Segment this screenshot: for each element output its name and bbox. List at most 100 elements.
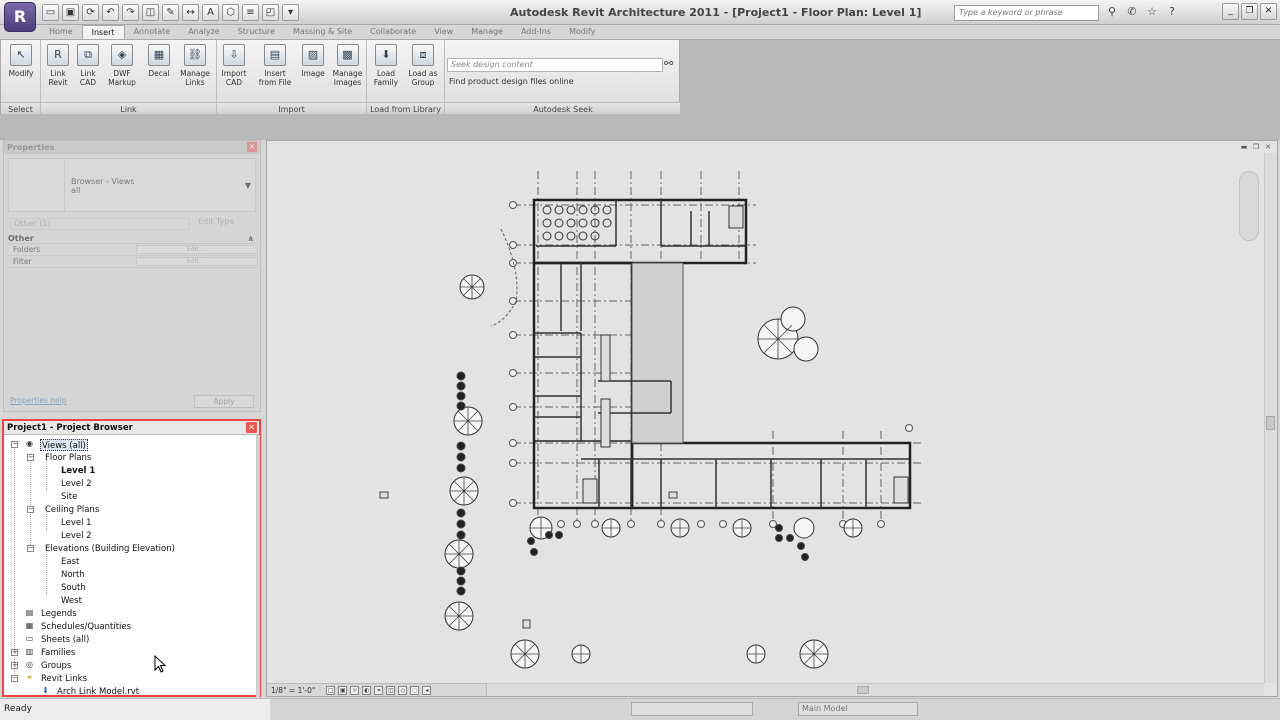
tree-elevations[interactable]: Elevations (Building Elevation) bbox=[45, 543, 175, 555]
project-browser-scrollbar[interactable] bbox=[256, 435, 260, 697]
tree-groups[interactable]: Groups bbox=[41, 660, 71, 672]
application-menu-button[interactable]: R bbox=[4, 2, 36, 32]
tree-views-all[interactable]: Views (all) bbox=[40, 439, 88, 451]
close-icon[interactable]: ✕ bbox=[246, 422, 257, 433]
load-as-group-button[interactable]: ⧈ Load as Group bbox=[405, 44, 441, 87]
minimize-icon[interactable]: ▬ bbox=[1239, 143, 1249, 152]
tree-ceiling-plans[interactable]: Ceiling Plans bbox=[45, 504, 99, 516]
properties-help-link[interactable]: Properties help bbox=[10, 396, 67, 405]
type-selector[interactable]: Browser - Views all ▼ bbox=[8, 158, 256, 212]
collapse-icon[interactable]: − bbox=[27, 506, 34, 513]
redo-icon[interactable]: ↷ bbox=[122, 4, 139, 21]
tree-ceiling-level-2[interactable]: Level 2 bbox=[61, 530, 92, 542]
tree-floor-plan-level-2[interactable]: Level 2 bbox=[61, 478, 92, 490]
tab-structure[interactable]: Structure bbox=[229, 25, 284, 39]
qat-dropdown-icon[interactable]: ▾ bbox=[282, 4, 299, 21]
restore-icon[interactable]: ❐ bbox=[1241, 3, 1258, 20]
properties-category[interactable]: Other ∧ bbox=[8, 234, 256, 244]
property-edit-button[interactable]: Edit... bbox=[136, 257, 258, 266]
tree-arch-link-model[interactable]: Arch Link Model.rvt bbox=[57, 686, 139, 698]
import-cad-button[interactable]: ⇩ Import CAD bbox=[219, 44, 249, 87]
3d-view-icon[interactable]: ⬡ bbox=[222, 4, 239, 21]
tab-insert[interactable]: Insert bbox=[81, 25, 125, 39]
tree-elevation-east[interactable]: East bbox=[61, 556, 79, 568]
tab-annotate[interactable]: Annotate bbox=[125, 25, 180, 39]
decal-button[interactable]: ▦ Decal bbox=[144, 44, 174, 78]
close-icon[interactable]: ✕ bbox=[1263, 143, 1273, 152]
tree-revit-links[interactable]: Revit Links bbox=[41, 673, 87, 685]
close-icon[interactable]: ✕ bbox=[247, 142, 257, 152]
crop-view-icon[interactable]: ⌗ bbox=[374, 685, 384, 695]
section-icon[interactable]: ◫ bbox=[142, 4, 159, 21]
link-cad-button[interactable]: ⧉ Link CAD bbox=[73, 44, 103, 87]
scroll-left-icon[interactable]: ◂ bbox=[422, 685, 432, 695]
crop-region-icon[interactable]: ◫ bbox=[386, 685, 396, 695]
expand-icon[interactable]: + bbox=[11, 649, 18, 656]
properties-filter-dropdown[interactable]: Other (1) bbox=[10, 218, 190, 230]
close-icon[interactable]: ✕ bbox=[1260, 3, 1277, 20]
workset-dropdown[interactable] bbox=[631, 702, 753, 716]
tree-families[interactable]: Families bbox=[41, 647, 75, 659]
tab-add-ins[interactable]: Add-Ins bbox=[512, 25, 560, 39]
open-icon[interactable]: ▭ bbox=[42, 4, 59, 21]
view-scale[interactable]: 1/8" = 1'-0" bbox=[271, 686, 315, 695]
dwf-markup-button[interactable]: ◈ DWF Markup bbox=[107, 44, 137, 87]
navigation-bar[interactable] bbox=[1239, 171, 1259, 241]
expand-icon[interactable]: + bbox=[11, 662, 18, 669]
dimension-icon[interactable]: ↔ bbox=[182, 4, 199, 21]
detail-level-icon[interactable]: □ bbox=[326, 685, 336, 695]
tab-home[interactable]: Home bbox=[40, 25, 82, 39]
binoculars-icon[interactable]: ⚯ bbox=[664, 57, 673, 70]
shadows-icon[interactable]: ◐ bbox=[362, 685, 372, 695]
tab-collaborate[interactable]: Collaborate bbox=[361, 25, 425, 39]
seek-search-input[interactable]: Seek design content bbox=[447, 58, 663, 72]
scroll-thumb[interactable] bbox=[1266, 416, 1275, 430]
tree-floor-plan-level-1[interactable]: Level 1 bbox=[61, 465, 95, 477]
text-icon[interactable]: A bbox=[202, 4, 219, 21]
keyword-search-input[interactable]: Type a keyword or phrase bbox=[954, 5, 1099, 21]
collapse-icon[interactable]: − bbox=[27, 454, 34, 461]
thin-lines-icon[interactable]: ≡ bbox=[242, 4, 259, 21]
insert-from-file-button[interactable]: ▤ Insert from File bbox=[255, 44, 295, 87]
design-option-dropdown[interactable]: Main Model bbox=[798, 702, 918, 716]
tab-manage[interactable]: Manage bbox=[462, 25, 512, 39]
save-icon[interactable]: ▣ bbox=[62, 4, 79, 21]
property-edit-button[interactable]: Edit... bbox=[136, 245, 258, 254]
link-revit-button[interactable]: R Link Revit bbox=[43, 44, 73, 87]
load-family-button[interactable]: ⬇ Load Family bbox=[371, 44, 401, 87]
reveal-hidden-icon[interactable]: ◌ bbox=[410, 685, 420, 695]
minimize-icon[interactable]: _ bbox=[1222, 3, 1239, 20]
communication-center-icon[interactable]: ✆ bbox=[1124, 4, 1140, 20]
tree-floor-plan-site[interactable]: Site bbox=[61, 491, 77, 503]
visual-style-icon[interactable]: ▣ bbox=[338, 685, 348, 695]
tab-view[interactable]: View bbox=[425, 25, 462, 39]
sync-icon[interactable]: ⟳ bbox=[82, 4, 99, 21]
tree-schedules[interactable]: Schedules/Quantities bbox=[41, 621, 131, 633]
tree-floor-plans[interactable]: Floor Plans bbox=[45, 452, 91, 464]
modify-button[interactable]: ↖ Modify bbox=[6, 44, 36, 78]
image-button[interactable]: ▨ Image bbox=[298, 44, 328, 78]
seek-online-link[interactable]: Find product design files online bbox=[449, 77, 574, 86]
help-icon[interactable]: ? bbox=[1164, 4, 1180, 20]
scroll-thumb[interactable] bbox=[857, 686, 869, 694]
tree-elevation-south[interactable]: South bbox=[61, 582, 86, 594]
vertical-scrollbar[interactable] bbox=[1264, 153, 1277, 683]
collapse-icon[interactable]: − bbox=[11, 675, 18, 682]
undo-icon[interactable]: ↶ bbox=[102, 4, 119, 21]
tab-massing-site[interactable]: Massing & Site bbox=[284, 25, 361, 39]
measure-icon[interactable]: ✎ bbox=[162, 4, 179, 21]
favorites-icon[interactable]: ☆ bbox=[1144, 4, 1160, 20]
apply-button[interactable]: Apply bbox=[194, 395, 254, 408]
tab-modify[interactable]: Modify bbox=[560, 25, 605, 39]
tree-legends[interactable]: Legends bbox=[41, 608, 77, 620]
edit-type-button[interactable]: Edit Type bbox=[198, 217, 234, 226]
collapse-icon[interactable]: − bbox=[11, 441, 18, 448]
tree-elevation-west[interactable]: West bbox=[61, 595, 82, 607]
sun-path-icon[interactable]: ☼ bbox=[350, 685, 360, 695]
tab-analyze[interactable]: Analyze bbox=[179, 25, 229, 39]
manage-links-button[interactable]: ⛓ Manage Links bbox=[180, 44, 210, 87]
tree-sheets[interactable]: Sheets (all) bbox=[41, 634, 89, 646]
tree-elevation-north[interactable]: North bbox=[61, 569, 85, 581]
temporary-hide-icon[interactable]: ◇ bbox=[398, 685, 408, 695]
close-hidden-icon[interactable]: ◰ bbox=[262, 4, 279, 21]
